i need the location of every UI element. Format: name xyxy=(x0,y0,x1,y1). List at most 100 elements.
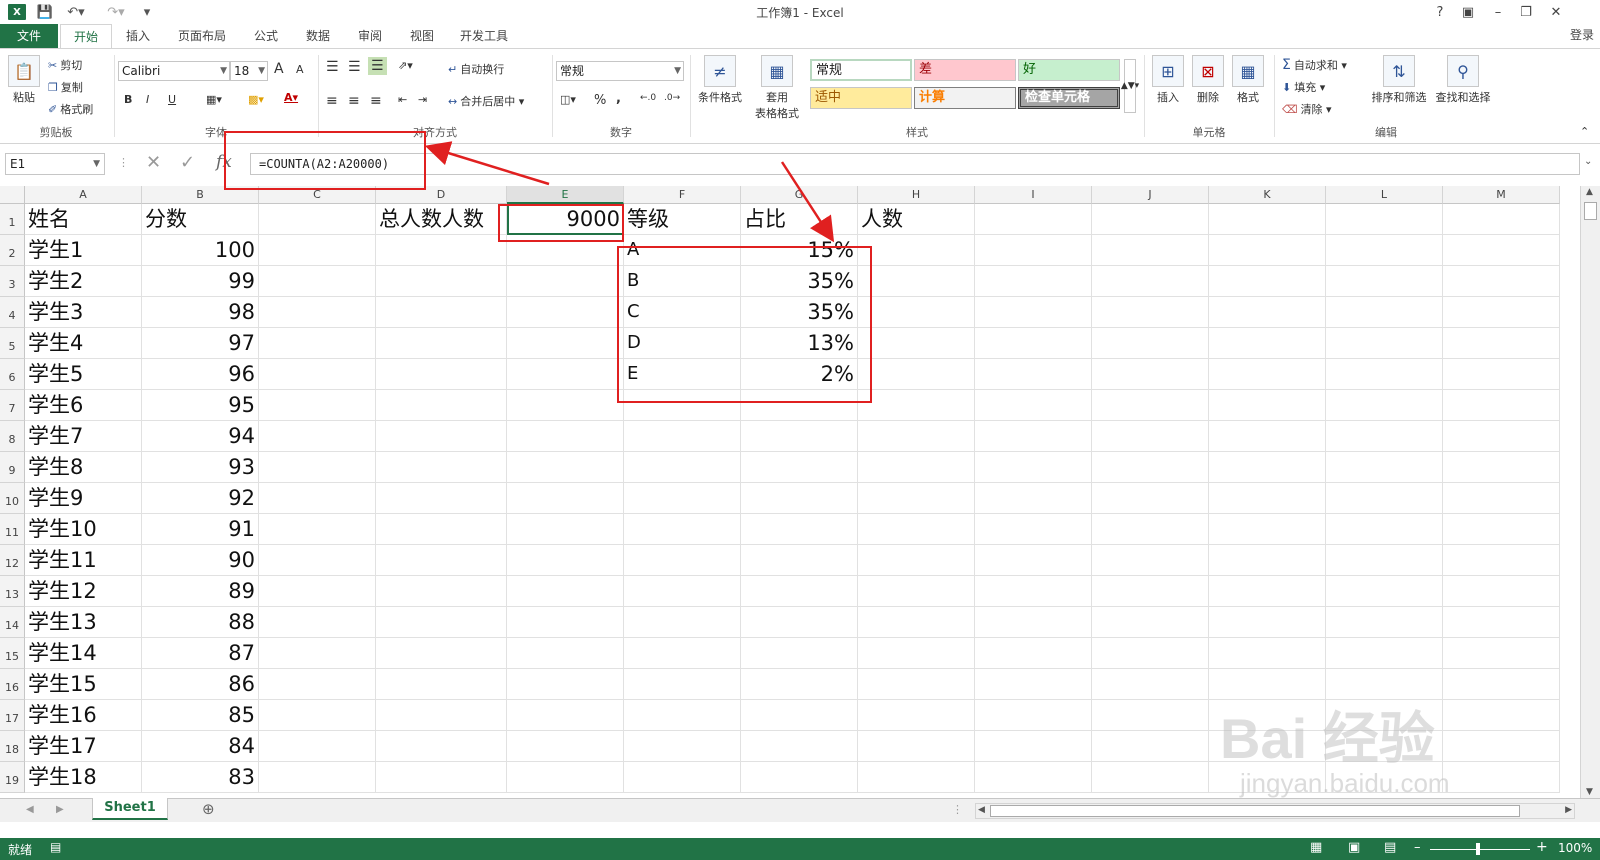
cell-A5[interactable]: 学生4 xyxy=(25,328,142,359)
cell-H11[interactable] xyxy=(858,514,975,545)
cell-C7[interactable] xyxy=(259,390,376,421)
zoom-level[interactable]: 100% xyxy=(1558,841,1592,855)
comma-button[interactable]: , xyxy=(616,91,621,106)
cell-M13[interactable] xyxy=(1443,576,1560,607)
cell-M14[interactable] xyxy=(1443,607,1560,638)
insert-cells-button[interactable]: ⊞ 插入 xyxy=(1150,55,1186,105)
cell-G10[interactable] xyxy=(741,483,858,514)
align-middle-icon[interactable]: ☰ xyxy=(348,59,361,75)
cell-H14[interactable] xyxy=(858,607,975,638)
column-header-E[interactable]: E xyxy=(507,186,624,204)
cell-K13[interactable] xyxy=(1209,576,1326,607)
cell-J8[interactable] xyxy=(1092,421,1209,452)
cell-K12[interactable] xyxy=(1209,545,1326,576)
cell-G12[interactable] xyxy=(741,545,858,576)
cell-M9[interactable] xyxy=(1443,452,1560,483)
cell-G14[interactable] xyxy=(741,607,858,638)
cell-D12[interactable] xyxy=(376,545,507,576)
add-sheet-icon[interactable]: ⊕ xyxy=(202,800,215,818)
style-normal[interactable]: 常规 xyxy=(810,59,912,81)
cell-A8[interactable]: 学生7 xyxy=(25,421,142,452)
close-icon[interactable]: ✕ xyxy=(1544,2,1568,22)
row-header-5[interactable]: 5 xyxy=(0,328,25,359)
minimize-icon[interactable]: – xyxy=(1486,2,1510,22)
cell-I12[interactable] xyxy=(975,545,1092,576)
cell-C14[interactable] xyxy=(259,607,376,638)
cell-B6[interactable]: 96 xyxy=(142,359,259,390)
cell-F14[interactable] xyxy=(624,607,741,638)
cell-L9[interactable] xyxy=(1326,452,1443,483)
row-header-15[interactable]: 15 xyxy=(0,638,25,669)
cell-H9[interactable] xyxy=(858,452,975,483)
row-header-1[interactable]: 1 xyxy=(0,204,25,235)
cell-A15[interactable]: 学生14 xyxy=(25,638,142,669)
align-center-icon[interactable]: ≡ xyxy=(348,93,360,109)
cell-G13[interactable] xyxy=(741,576,858,607)
cell-A3[interactable]: 学生2 xyxy=(25,266,142,297)
cell-J7[interactable] xyxy=(1092,390,1209,421)
cell-G8[interactable] xyxy=(741,421,858,452)
scroll-right-icon[interactable]: ▶ xyxy=(1565,805,1572,815)
cell-L1[interactable] xyxy=(1326,204,1443,235)
cell-A7[interactable]: 学生6 xyxy=(25,390,142,421)
cell-D18[interactable] xyxy=(376,731,507,762)
style-neutral[interactable]: 适中 xyxy=(810,87,912,109)
cell-E14[interactable] xyxy=(507,607,624,638)
row-header-10[interactable]: 10 xyxy=(0,483,25,514)
cell-L3[interactable] xyxy=(1326,266,1443,297)
cell-E7[interactable] xyxy=(507,390,624,421)
tab-view[interactable]: 视图 xyxy=(400,24,444,48)
cell-D9[interactable] xyxy=(376,452,507,483)
cut-button[interactable]: ✂ 剪切 xyxy=(48,57,82,73)
column-header-K[interactable]: K xyxy=(1209,186,1326,204)
cell-J15[interactable] xyxy=(1092,638,1209,669)
wrap-text-button[interactable]: ↵ 自动换行 xyxy=(448,61,504,77)
column-header-L[interactable]: L xyxy=(1326,186,1443,204)
fill-button[interactable]: ⬇ 填充 ▾ xyxy=(1282,79,1325,95)
cell-C9[interactable] xyxy=(259,452,376,483)
cell-I5[interactable] xyxy=(975,328,1092,359)
format-cells-button[interactable]: ▦ 格式 xyxy=(1230,55,1266,105)
cell-J3[interactable] xyxy=(1092,266,1209,297)
cell-B18[interactable]: 84 xyxy=(142,731,259,762)
cell-I6[interactable] xyxy=(975,359,1092,390)
cell-D19[interactable] xyxy=(376,762,507,793)
cell-L13[interactable] xyxy=(1326,576,1443,607)
split-handle-icon[interactable]: ⋮ xyxy=(952,803,963,816)
cell-F8[interactable] xyxy=(624,421,741,452)
cell-E17[interactable] xyxy=(507,700,624,731)
cell-K8[interactable] xyxy=(1209,421,1326,452)
delete-cells-button[interactable]: ⊠ 删除 xyxy=(1190,55,1226,105)
cell-K10[interactable] xyxy=(1209,483,1326,514)
cell-A9[interactable]: 学生8 xyxy=(25,452,142,483)
row-header-12[interactable]: 12 xyxy=(0,545,25,576)
cell-E15[interactable] xyxy=(507,638,624,669)
cell-A4[interactable]: 学生3 xyxy=(25,297,142,328)
cell-F1[interactable]: 等级 xyxy=(624,204,741,235)
cell-H6[interactable] xyxy=(858,359,975,390)
cell-C16[interactable] xyxy=(259,669,376,700)
cell-E4[interactable] xyxy=(507,297,624,328)
cell-M8[interactable] xyxy=(1443,421,1560,452)
row-header-13[interactable]: 13 xyxy=(0,576,25,607)
cell-J19[interactable] xyxy=(1092,762,1209,793)
align-top-icon[interactable]: ☰ xyxy=(326,59,339,75)
cell-G9[interactable] xyxy=(741,452,858,483)
row-header-7[interactable]: 7 xyxy=(0,390,25,421)
style-calculation[interactable]: 计算 xyxy=(914,87,1016,109)
font-color-icon[interactable]: A▾ xyxy=(284,91,298,104)
cell-H15[interactable] xyxy=(858,638,975,669)
zoom-out-icon[interactable]: – xyxy=(1414,840,1421,855)
cell-D10[interactable] xyxy=(376,483,507,514)
style-check-cell[interactable]: 检查单元格 xyxy=(1018,87,1120,109)
cell-M17[interactable] xyxy=(1443,700,1560,731)
cell-C15[interactable] xyxy=(259,638,376,669)
column-header-M[interactable]: M xyxy=(1443,186,1560,204)
style-good[interactable]: 好 xyxy=(1018,59,1120,81)
cell-A16[interactable]: 学生15 xyxy=(25,669,142,700)
cell-B12[interactable]: 90 xyxy=(142,545,259,576)
cell-K5[interactable] xyxy=(1209,328,1326,359)
cell-M6[interactable] xyxy=(1443,359,1560,390)
restore-icon[interactable]: ❐ xyxy=(1514,2,1538,22)
column-header-H[interactable]: H xyxy=(858,186,975,204)
